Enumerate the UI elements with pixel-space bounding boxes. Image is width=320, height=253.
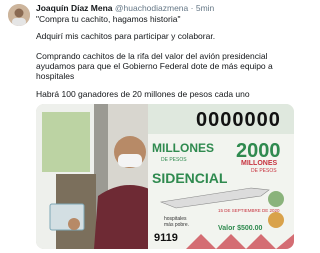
ticket-title-fragment: SIDENCIAL	[152, 170, 228, 186]
photo-scene: 0000000 MILLONES DE PESOS 2000 MILLONES …	[36, 104, 294, 249]
tweet-paragraph-3: Habrá 100 ganadores de 20 millones de pe…	[36, 89, 250, 99]
plant-window	[42, 112, 90, 172]
tweet-quote: "Compra tu cachito, hagamos historia"	[36, 14, 181, 24]
ticket-big-amount: 2000	[236, 140, 281, 162]
ticket-date: 15 DE SEPTIEMBRE DE 2020	[218, 208, 280, 213]
author-avatar[interactable]	[8, 4, 30, 26]
tweet-card: Joaquín Díaz Mena @huachodiazmena · 5min…	[0, 0, 300, 253]
ticket-left-small: DE PESOS	[161, 157, 187, 163]
ticket-left-heading: MILLONES	[152, 141, 214, 155]
tweet-header: Joaquín Díaz Mena @huachodiazmena · 5min	[36, 3, 214, 13]
ticket-hospital-text-2: más pobre.	[164, 222, 189, 228]
tweet-photo[interactable]: 0000000 MILLONES DE PESOS 2000 MILLONES …	[36, 104, 294, 249]
face-mask	[118, 154, 142, 167]
header-separator: ·	[190, 3, 194, 13]
author-handle[interactable]: @huachodiazmena	[115, 3, 188, 13]
tweet-paragraph-2-line-3: hospitales	[36, 71, 75, 81]
tweet-paragraph-1: Adquirí mis cachitos para participar y c…	[36, 31, 216, 41]
author-name[interactable]: Joaquín Díaz Mena	[36, 3, 113, 13]
person-hand	[68, 218, 80, 230]
tweet-paragraph-2-line-1: Comprando cachitos de la rifa del valor …	[36, 51, 268, 61]
ticket-right-heading: MILLONES	[241, 160, 277, 167]
ticket-serial: 9119	[154, 232, 178, 244]
tweet-time[interactable]: 5min	[196, 3, 214, 13]
ticket-price: Valor $500.00	[218, 225, 262, 232]
ticket-emblem-2	[268, 212, 284, 228]
ticket-emblem-1	[268, 191, 284, 207]
ticket-number: 0000000	[196, 109, 281, 131]
ticket-right-small: DE PESOS	[251, 168, 277, 174]
tweet-paragraph-2-line-2: ayudamos para que el Gobierno Federal do…	[36, 61, 273, 71]
